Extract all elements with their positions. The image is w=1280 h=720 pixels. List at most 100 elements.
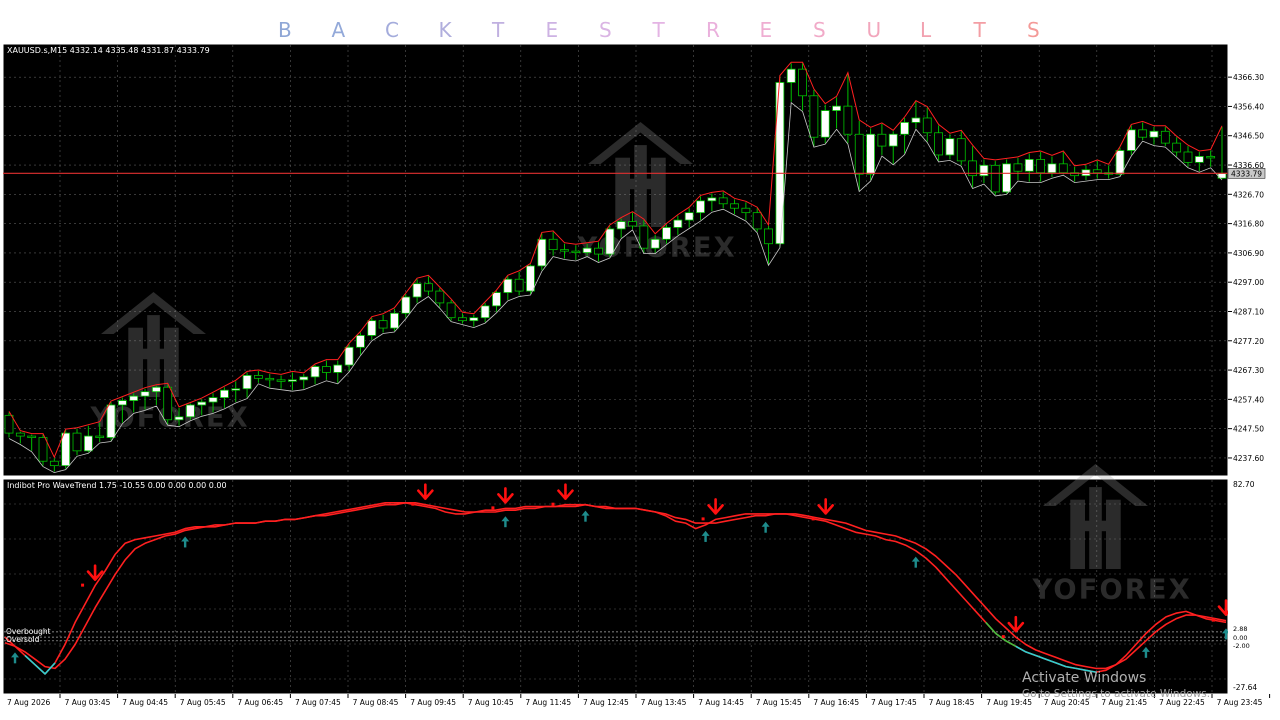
candle-bull	[401, 296, 411, 314]
time-tick-label: 7 Aug 14:45	[698, 698, 744, 707]
candle-bull	[356, 335, 365, 348]
candle-bear	[752, 212, 762, 230]
oversold-label: Oversold	[6, 635, 40, 644]
banner-letter: K	[438, 18, 452, 42]
banner-letter: E	[545, 18, 559, 42]
candle-bear	[548, 238, 558, 251]
banner-letter: S	[1027, 18, 1040, 42]
candle-bear	[95, 435, 105, 438]
banner-letter: S	[813, 18, 826, 42]
candle-bull	[1081, 169, 1091, 177]
sell-dot	[701, 517, 705, 521]
candle-bull	[1115, 150, 1125, 175]
candle-bear	[1013, 163, 1023, 172]
candle-bear	[718, 197, 728, 205]
candle-bear	[730, 203, 739, 209]
candle-bull	[945, 138, 955, 156]
candle-bull	[344, 346, 354, 366]
candle-bear	[956, 138, 966, 162]
candle-bull	[242, 374, 252, 390]
time-tick-label: 7 Aug 06:45	[237, 698, 283, 707]
time-tick-label: 7 Aug 13:45	[641, 698, 687, 707]
yoforex-watermark-text: YOFOREX	[1032, 574, 1192, 605]
candle-bull	[129, 395, 139, 401]
candle-bear	[990, 164, 1000, 193]
candle-bull	[151, 386, 161, 393]
candle-bear	[594, 247, 603, 255]
candle-bull	[117, 400, 127, 406]
banner-letter: T	[652, 18, 665, 42]
time-tick-label: 7 Aug 10:45	[468, 698, 514, 707]
candle-bull	[61, 432, 71, 467]
candle-bear	[38, 437, 48, 462]
candle-bull	[390, 312, 399, 329]
candle-bear	[514, 278, 524, 292]
candle-bear	[934, 132, 943, 156]
candle-bull	[662, 227, 671, 240]
sell-dot	[1001, 635, 1005, 639]
candle-bull	[231, 388, 241, 391]
candle-bear	[72, 432, 82, 452]
candle-bull	[866, 133, 875, 175]
candle-bull	[707, 197, 717, 202]
symbol-label: XAUUSD.s,M15 4332.14 4335.48 4331.87 433…	[7, 46, 210, 55]
candle-bull	[832, 105, 841, 111]
candle-bull	[979, 164, 989, 177]
time-tick-label: 7 Aug 08:45	[353, 698, 399, 707]
sell-dot	[551, 502, 555, 506]
candle-bull	[1149, 130, 1159, 138]
candle-bear	[254, 374, 263, 379]
candle-bull	[219, 389, 229, 398]
candle-bull	[684, 212, 694, 221]
indicator-tick-bottom: -27.64	[1233, 683, 1257, 692]
candle-bull	[1126, 129, 1136, 151]
price-tick-label: 4247.50	[1233, 425, 1264, 434]
banner-letter: U	[866, 18, 882, 42]
candle-bear	[1092, 169, 1102, 174]
time-tick-label: 7 Aug 04:45	[122, 698, 168, 707]
candle-bull	[412, 283, 422, 298]
sell-dot	[81, 583, 85, 587]
candle-bear	[877, 133, 887, 147]
candle-bear	[1183, 151, 1193, 163]
indicator-label: Indibot Pro WaveTrend 1.75 -10.55 0.00 0…	[7, 481, 227, 490]
indicator-axis[interactable]	[1228, 479, 1280, 694]
price-tick-label: 4356.40	[1233, 102, 1264, 111]
candle-bull	[185, 404, 195, 418]
price-tick-label: 4277.20	[1233, 337, 1264, 346]
candle-bull	[1002, 163, 1012, 193]
candle-bull	[310, 366, 320, 378]
candle-bull	[140, 391, 150, 397]
time-tick-label: 7 Aug 07:45	[295, 698, 341, 707]
candle-bear	[764, 228, 773, 245]
candle-bear	[1160, 130, 1170, 144]
candle-bear	[378, 320, 388, 329]
candle-bear	[628, 221, 637, 227]
candle-bull	[696, 200, 705, 214]
candle-bull	[1047, 163, 1057, 174]
candle-bull	[480, 305, 490, 319]
price-tick-label: 4346.50	[1233, 132, 1264, 141]
candle-bear	[265, 377, 275, 381]
price-tick-label: 4326.70	[1233, 190, 1264, 199]
candle-bear	[49, 460, 59, 467]
candle-bear	[1138, 129, 1148, 138]
candle-bull	[492, 292, 501, 307]
candle-bear	[854, 133, 864, 175]
sell-dot	[811, 517, 815, 521]
banner-letter: S	[599, 18, 612, 42]
candle-bull	[605, 228, 615, 255]
time-tick-label: 7 Aug 12:45	[583, 698, 629, 707]
candle-bear	[843, 105, 853, 135]
candle-bear	[922, 117, 932, 134]
banner-letter: C	[385, 18, 399, 42]
candle-bear	[798, 68, 807, 97]
candle-bull	[174, 416, 184, 421]
time-tick-label: 7 Aug 16:45	[813, 698, 859, 707]
activate-windows-title: Activate Windows	[1022, 670, 1146, 686]
candle-bear	[560, 249, 569, 252]
candle-bull	[582, 247, 592, 254]
time-tick-label: 7 Aug 23:45	[1217, 698, 1263, 707]
candle-bull	[1194, 156, 1204, 163]
candle-bull	[83, 435, 93, 452]
